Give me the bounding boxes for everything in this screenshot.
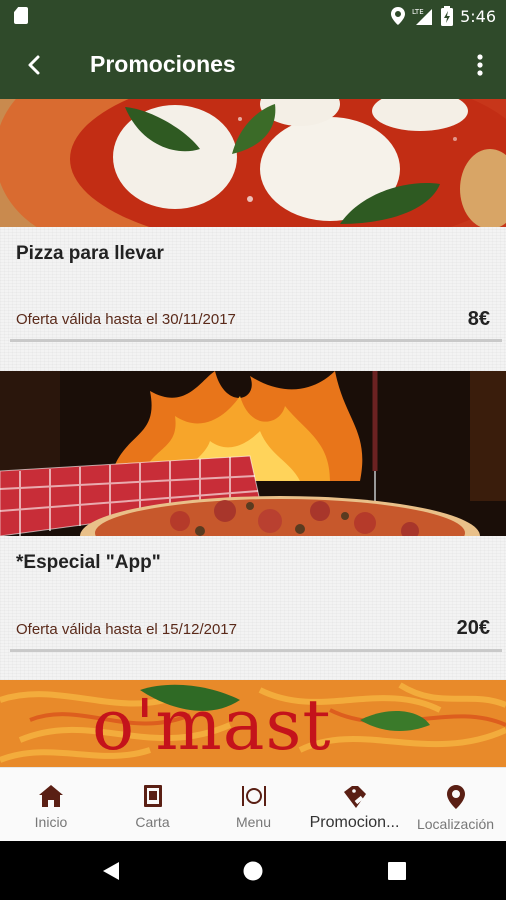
lte-signal-icon: LTE <box>412 8 433 25</box>
promotions-list[interactable]: Pizza para llevar Oferta válida hasta el… <box>0 99 506 767</box>
more-vert-icon <box>477 54 483 76</box>
nav-item-menu[interactable]: Menu <box>203 768 304 842</box>
nav-item-inicio[interactable]: Inicio <box>0 768 102 842</box>
tags-icon <box>343 786 366 808</box>
pizza-margherita-image[interactable] <box>0 99 506 227</box>
nav-item-promociones[interactable]: Promocion... <box>304 768 405 842</box>
promotion-name: Pizza para llevar <box>16 243 164 264</box>
system-recents-icon[interactable] <box>388 862 406 880</box>
battery-icon <box>441 6 454 26</box>
page-title: Promociones <box>90 51 236 77</box>
promotion-price: 20€ <box>456 617 490 639</box>
system-navigation-bar <box>0 841 506 900</box>
nav-label: Localización <box>416 816 495 832</box>
promotion-price: 8€ <box>467 308 490 330</box>
card-divider <box>10 339 502 342</box>
location-pin-icon <box>446 785 465 809</box>
promotion-card[interactable]: *Especial "App" Oferta válida hasta el 1… <box>0 536 506 680</box>
card-divider <box>10 649 502 652</box>
overflow-menu-button[interactable] <box>468 50 492 80</box>
network-label: LTE <box>412 8 424 16</box>
promotion-validity: Oferta válida hasta el 30/11/2017 <box>16 311 236 328</box>
chevron-left-icon <box>28 55 40 75</box>
location-status-icon <box>391 7 406 25</box>
nav-label: Menu <box>235 814 272 830</box>
status-bar: LTE 5:46 <box>0 0 506 32</box>
promotion-validity: Oferta válida hasta el 15/12/2017 <box>16 621 237 638</box>
back-button[interactable] <box>20 50 50 80</box>
nav-item-carta[interactable]: Carta <box>102 768 203 842</box>
sim-card-icon <box>14 7 28 24</box>
status-time: 5:46 <box>460 6 496 26</box>
bottom-navigation: Inicio Carta Menu Promocion... Localizac… <box>0 767 506 842</box>
nav-label: Carta <box>135 814 170 830</box>
cutlery-icon <box>241 786 266 806</box>
home-icon <box>39 785 63 807</box>
pasta-omast-image[interactable]: o'mast <box>0 680 506 767</box>
nav-item-localizacion[interactable]: Localización <box>405 768 506 842</box>
system-home-icon[interactable] <box>243 861 263 881</box>
nav-label: Promocion... <box>309 814 400 831</box>
app-bar: Promociones <box>0 32 506 99</box>
nav-label: Inicio <box>34 814 68 830</box>
omast-logo: o'mast <box>92 684 332 766</box>
promotion-card[interactable]: Pizza para llevar Oferta válida hasta el… <box>0 227 506 371</box>
pizza-oven-fire-image[interactable] <box>0 371 506 536</box>
menu-book-icon <box>143 785 162 807</box>
system-back-icon[interactable] <box>101 861 121 881</box>
promotion-name: *Especial "App" <box>16 552 161 573</box>
